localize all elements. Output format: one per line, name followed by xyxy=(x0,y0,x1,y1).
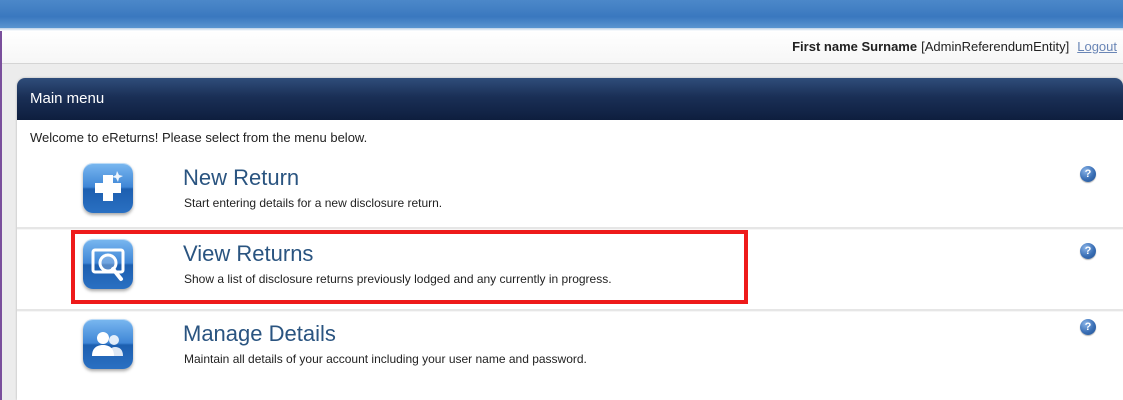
menu-item-title[interactable]: New Return xyxy=(183,165,299,191)
menu-divider xyxy=(17,309,1123,312)
main-menu-header: Main menu xyxy=(17,78,1123,120)
logout-link[interactable]: Logout xyxy=(1077,39,1117,54)
top-banner xyxy=(0,0,1123,28)
menu-item-description: Maintain all details of your account inc… xyxy=(184,352,587,366)
menu-item-manage-details[interactable]: Manage Details Maintain all details of y… xyxy=(17,319,1123,395)
welcome-text: Welcome to eReturns! Please select from … xyxy=(30,130,368,145)
help-icon[interactable]: ? xyxy=(1080,319,1096,335)
menu-item-description: Start entering details for a new disclos… xyxy=(184,196,443,210)
user-role: [AdminReferendumEntity] xyxy=(921,39,1070,54)
menu-item-view-returns[interactable]: View Returns Show a list of disclosure r… xyxy=(17,239,1123,315)
menu-item-title[interactable]: View Returns xyxy=(183,241,313,267)
help-icon[interactable]: ? xyxy=(1080,243,1096,259)
menu-item-description: Show a list of disclosure returns previo… xyxy=(184,272,612,286)
user-name: First name Surname xyxy=(792,39,918,54)
users-icon[interactable] xyxy=(83,319,133,369)
user-info: First name Surname [AdminReferendumEntity… xyxy=(792,39,1117,54)
user-strip: First name Surname [AdminReferendumEntity… xyxy=(2,31,1123,64)
plus-icon[interactable] xyxy=(83,163,133,213)
magnifier-icon[interactable] xyxy=(83,239,133,289)
help-icon[interactable]: ? xyxy=(1080,166,1096,182)
menu-divider xyxy=(17,227,1123,230)
menu-item-title[interactable]: Manage Details xyxy=(183,321,336,347)
main-menu-panel: Main menu Welcome to eReturns! Please se… xyxy=(17,78,1123,400)
